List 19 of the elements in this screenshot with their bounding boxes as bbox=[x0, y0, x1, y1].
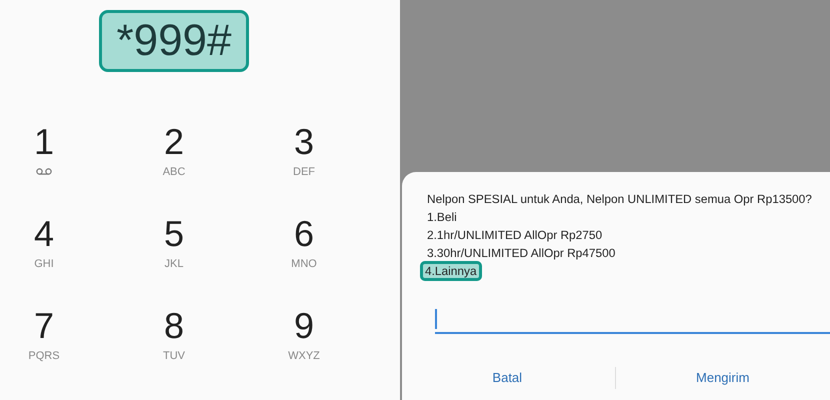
menu-text: 4.Lainnya bbox=[420, 261, 482, 281]
menu-text: 1.Beli bbox=[426, 209, 458, 226]
dial-key[interactable]: 1 bbox=[0, 122, 109, 184]
dial-key[interactable]: 5 JKL bbox=[109, 214, 239, 276]
dial-key[interactable]: 6 MNO bbox=[239, 214, 369, 276]
dial-key[interactable]: 8 TUV bbox=[109, 306, 239, 368]
dial-key[interactable]: 2 ABC bbox=[109, 122, 239, 184]
menu-text: 3.30hr/UNLIMITED AllOpr Rp47500 bbox=[426, 245, 616, 262]
dial-key[interactable]: 4 GHI bbox=[0, 214, 109, 276]
dialed-number: *999# bbox=[99, 10, 248, 72]
dialog-button[interactable]: Batal bbox=[400, 366, 614, 389]
dial-key[interactable]: 9 WXYZ bbox=[239, 306, 369, 368]
reply-input-field[interactable] bbox=[435, 306, 830, 334]
menu-text: Nelpon SPESIAL untuk Anda, Nelpon UNLIMITED semua Opr Rp13500? bbox=[426, 191, 813, 208]
dialog-button[interactable]: Mengirim bbox=[616, 366, 830, 389]
dial-key[interactable]: 3 DEF bbox=[239, 122, 369, 184]
menu-text: 2.1hr/UNLIMITED AllOpr Rp2750 bbox=[426, 227, 604, 244]
dial-key[interactable]: 7 PQRS bbox=[0, 306, 109, 368]
voicemail-icon bbox=[36, 168, 52, 175]
